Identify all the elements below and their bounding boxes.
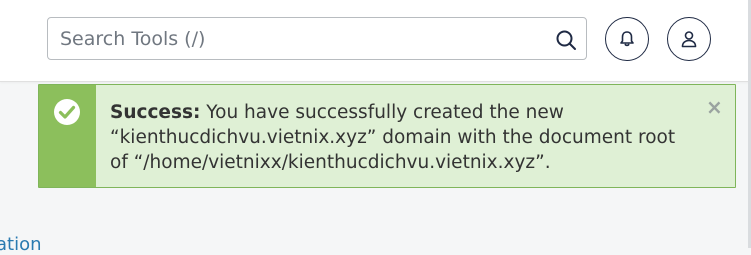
search-box[interactable] xyxy=(47,17,587,60)
alert-icon-stripe xyxy=(39,85,96,187)
top-bar xyxy=(0,0,751,82)
alert-title: Success: xyxy=(110,102,201,123)
notifications-button[interactable] xyxy=(605,17,649,61)
account-button[interactable] xyxy=(667,17,711,61)
success-alert: Success: You have successfully created t… xyxy=(38,84,736,188)
partial-link[interactable]: ation xyxy=(0,234,42,255)
close-icon[interactable]: × xyxy=(706,97,723,117)
user-icon xyxy=(681,31,697,48)
bell-icon xyxy=(620,31,634,47)
alert-message: Success: You have successfully created t… xyxy=(110,100,690,175)
search-input[interactable] xyxy=(48,18,538,59)
check-circle-icon xyxy=(54,99,80,125)
search-icon[interactable] xyxy=(554,28,578,52)
